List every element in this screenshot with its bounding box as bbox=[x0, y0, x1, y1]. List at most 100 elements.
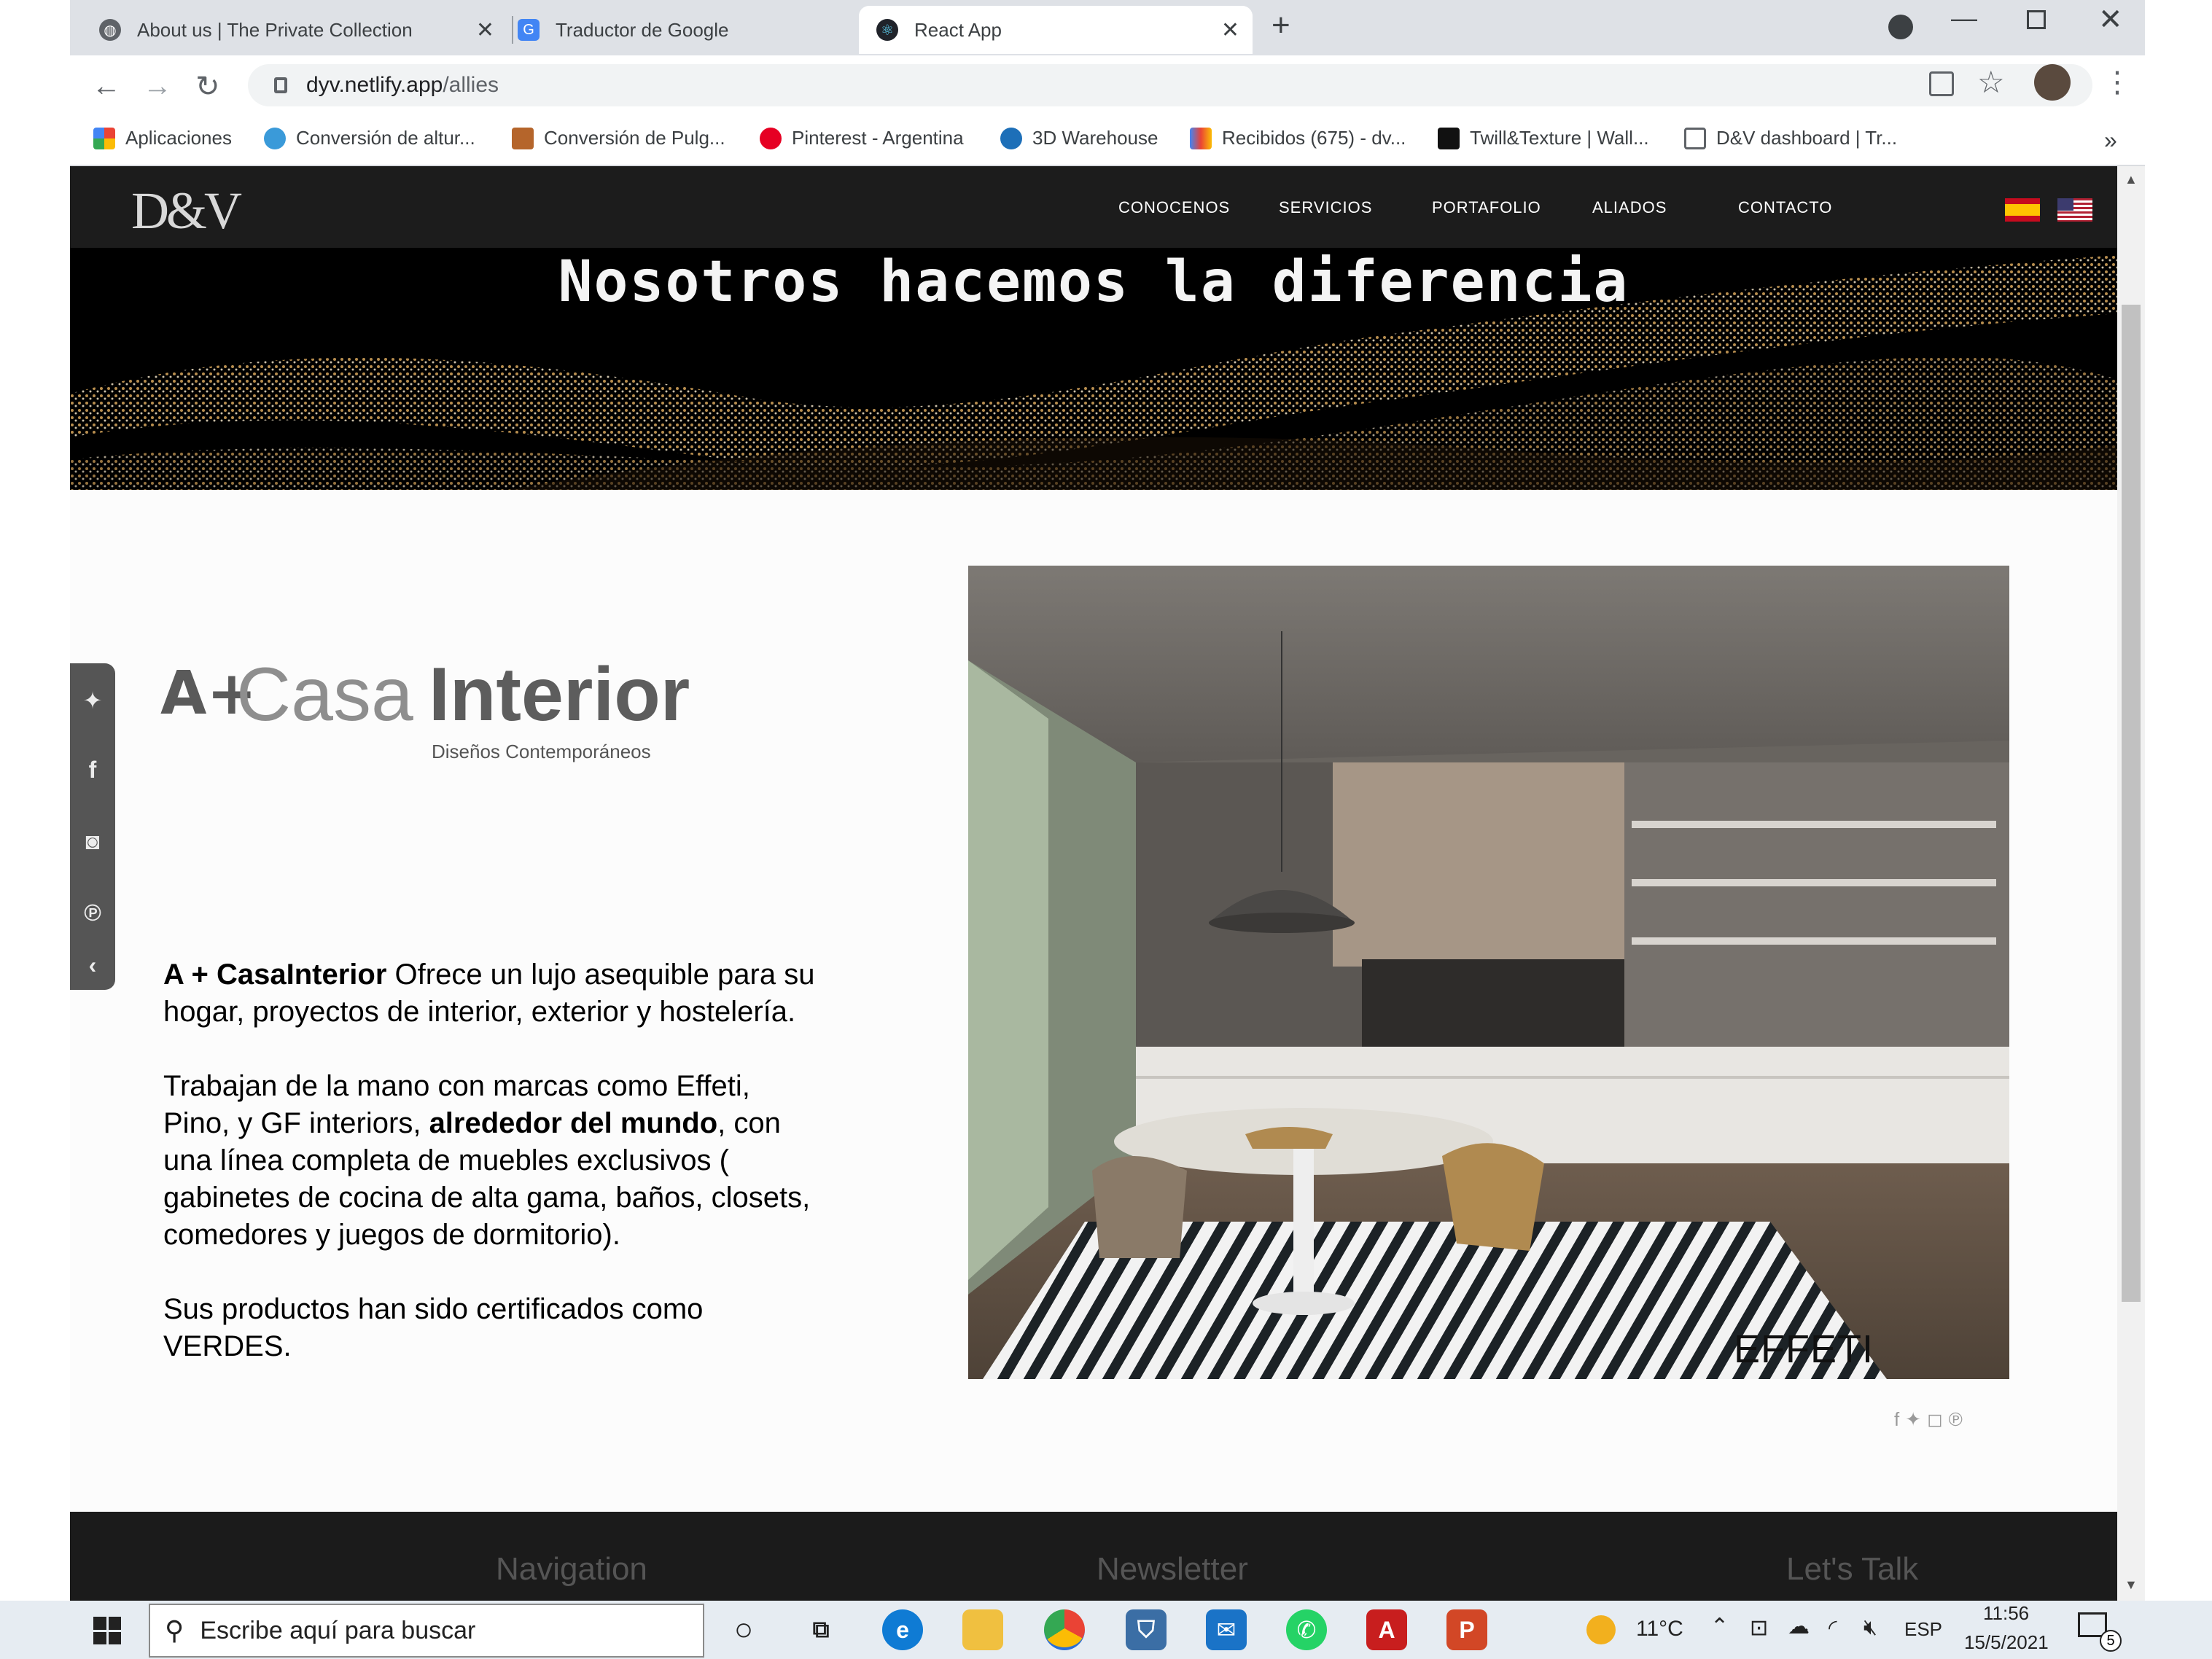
chrome-icon[interactable] bbox=[1044, 1609, 1085, 1650]
bookmark-apps[interactable]: Aplicaciones bbox=[93, 127, 232, 149]
apps-grid-icon bbox=[93, 127, 115, 149]
3d-warehouse-icon bbox=[1000, 127, 1022, 149]
instagram-icon[interactable]: ◻ bbox=[1927, 1408, 1949, 1430]
tab-google-translate[interactable]: G Traductor de Google ✕ bbox=[488, 6, 923, 54]
chevron-left-icon[interactable]: ‹ bbox=[76, 952, 109, 979]
bookmark-item[interactable]: 3D Warehouse bbox=[1000, 127, 1158, 149]
photo-social-icons: f✦◻℗ bbox=[1894, 1408, 1968, 1431]
cortana-icon[interactable]: ○ bbox=[723, 1609, 764, 1650]
clock-time[interactable]: 11:56 bbox=[1983, 1602, 2029, 1625]
task-view-icon[interactable]: ⧉ bbox=[801, 1609, 841, 1650]
gmail-icon bbox=[1190, 127, 1212, 149]
search-placeholder: Escribe aquí para buscar bbox=[200, 1616, 476, 1644]
bookmark-label: Recibidos (675) - dv... bbox=[1222, 127, 1406, 149]
bookmark-favicon-icon bbox=[264, 127, 286, 149]
site-navbar: D&V CONOCENOS SERVICIOS PORTAFOLIO ALIAD… bbox=[70, 166, 2117, 248]
translate-icon[interactable] bbox=[1929, 71, 1954, 96]
description-paragraph-3: Sus productos han sido certificados como… bbox=[163, 1293, 704, 1362]
bookmark-label: Twill&Texture | Wall... bbox=[1470, 127, 1649, 149]
bookmark-item[interactable]: Recibidos (675) - dv... bbox=[1190, 127, 1406, 149]
pinterest-icon[interactable]: ℗ bbox=[76, 899, 109, 926]
react-icon: ⚛ bbox=[876, 19, 898, 41]
tab-search-icon[interactable] bbox=[1888, 15, 1913, 39]
reload-icon[interactable]: ↻ bbox=[195, 70, 220, 104]
address-bar-row: ← → ↻ dyv.netlify.app/allies ☆ ⋮ bbox=[70, 55, 2145, 117]
edge-icon[interactable]: e bbox=[882, 1609, 923, 1650]
twitter-icon[interactable]: ✦ bbox=[76, 687, 109, 714]
nav-servicios[interactable]: SERVICIOS bbox=[1279, 198, 1372, 217]
scrollbar-thumb[interactable] bbox=[2122, 305, 2141, 1302]
scroll-down-arrow-icon[interactable]: ▼ bbox=[2125, 1577, 2138, 1593]
close-icon[interactable]: ✕ bbox=[1221, 17, 1239, 43]
logo-casa: Casa bbox=[236, 652, 413, 737]
powerpoint-icon[interactable]: P bbox=[1446, 1609, 1487, 1650]
minimize-icon[interactable]: — bbox=[1951, 3, 1977, 34]
nav-conocenos[interactable]: CONOCENOS bbox=[1118, 198, 1230, 217]
restore-icon[interactable] bbox=[2027, 10, 2046, 29]
page-scrollbar[interactable]: ▲ ▼ bbox=[2117, 166, 2145, 1601]
search-icon: ⚲ bbox=[165, 1615, 184, 1645]
url-path: /allies bbox=[443, 73, 499, 97]
autocad-icon[interactable]: A bbox=[1366, 1609, 1407, 1650]
back-arrow-icon[interactable]: ← bbox=[92, 70, 121, 103]
web-page: D&V CONOCENOS SERVICIOS PORTAFOLIO ALIAD… bbox=[70, 166, 2117, 1601]
nav-aliados[interactable]: ALIADOS bbox=[1592, 198, 1667, 217]
pinterest-icon[interactable]: ℗ bbox=[1949, 1408, 1968, 1430]
nav-portafolio[interactable]: PORTAFOLIO bbox=[1432, 198, 1541, 217]
whatsapp-icon[interactable]: ✆ bbox=[1286, 1609, 1327, 1650]
bookmark-favicon-icon bbox=[1438, 127, 1460, 149]
ruler-icon bbox=[512, 127, 534, 149]
logo-interior: Interior bbox=[429, 652, 690, 737]
onedrive-cloud-icon[interactable]: ☁ bbox=[1788, 1614, 1810, 1639]
window-close-icon[interactable]: ✕ bbox=[2098, 3, 2123, 36]
bookmark-item[interactable]: Conversión de altur... bbox=[264, 127, 475, 149]
globe-icon: ◍ bbox=[99, 19, 121, 41]
bookmarks-more-icon[interactable]: » bbox=[2104, 127, 2117, 154]
url-field[interactable]: dyv.netlify.app/allies bbox=[248, 64, 2092, 106]
file-explorer-icon[interactable] bbox=[962, 1609, 1003, 1650]
bookmark-label: Conversión de altur... bbox=[296, 127, 475, 149]
weather-sun-icon[interactable] bbox=[1586, 1615, 1616, 1644]
bookmark-item[interactable]: Pinterest - Argentina bbox=[760, 127, 964, 149]
temperature[interactable]: 11°C bbox=[1636, 1617, 1683, 1642]
tab-title: About us | The Private Collection bbox=[137, 18, 413, 41]
volume-muted-icon[interactable]: 🔇︎ bbox=[1864, 1615, 1877, 1640]
google-translate-icon: G bbox=[518, 19, 540, 41]
windows-start-icon[interactable] bbox=[93, 1617, 121, 1644]
spain-flag-icon[interactable] bbox=[2005, 198, 2040, 222]
taskbar-search-input[interactable]: ⚲ Escribe aquí para buscar bbox=[149, 1604, 704, 1658]
instagram-icon[interactable]: ◙ bbox=[76, 828, 109, 855]
clock-date[interactable]: 15/5/2021 bbox=[1964, 1631, 2049, 1654]
mail-icon[interactable]: ✉ bbox=[1206, 1609, 1247, 1650]
tab-about-us[interactable]: ◍ About us | The Private Collection ✕ bbox=[99, 6, 507, 54]
forward-arrow-icon[interactable]: → bbox=[143, 70, 172, 103]
wifi-icon[interactable]: ◜ bbox=[1829, 1615, 1837, 1641]
avatar[interactable] bbox=[2034, 64, 2071, 101]
scroll-up-arrow-icon[interactable]: ▲ bbox=[2125, 172, 2138, 187]
chevron-up-icon[interactable]: ⌃ bbox=[1710, 1614, 1729, 1639]
site-logo[interactable]: D&V bbox=[131, 181, 242, 241]
bookmark-item[interactable]: Twill&Texture | Wall... bbox=[1438, 127, 1649, 149]
usa-flag-icon[interactable] bbox=[2057, 198, 2092, 222]
twitter-icon[interactable]: ✦ bbox=[1905, 1408, 1927, 1430]
tab-react-app[interactable]: ⚛ React App ✕ bbox=[859, 6, 1253, 54]
kitchen-photo: EFFETI bbox=[968, 566, 2009, 1379]
brand-name-bold: A + CasaInterior bbox=[163, 959, 387, 991]
pinterest-icon bbox=[760, 127, 782, 149]
bookmark-item[interactable]: Conversión de Pulg... bbox=[512, 127, 725, 149]
bookmark-item[interactable]: D&V dashboard | Tr... bbox=[1684, 127, 1897, 149]
new-tab-button[interactable]: + bbox=[1271, 7, 1290, 44]
tab-title: React App bbox=[914, 18, 1002, 41]
brand-description: A + CasaInterior Ofrece un lujo asequibl… bbox=[163, 956, 819, 1402]
meet-now-icon[interactable]: ⊡ bbox=[1750, 1615, 1768, 1641]
hero-title: Nosotros hacemos la diferencia bbox=[558, 249, 1629, 315]
facebook-icon[interactable]: f bbox=[1894, 1408, 1905, 1430]
menu-dots-icon[interactable]: ⋮ bbox=[2103, 66, 2132, 99]
star-icon[interactable]: ☆ bbox=[1977, 64, 2005, 100]
store-icon[interactable]: ⛉ bbox=[1126, 1609, 1167, 1650]
nav-contacto[interactable]: CONTACTO bbox=[1738, 198, 1832, 217]
facebook-icon[interactable]: f bbox=[76, 757, 109, 784]
language-indicator[interactable]: ESP bbox=[1904, 1618, 1942, 1641]
notification-count-badge: 5 bbox=[2100, 1630, 2122, 1652]
hero-banner: Nosotros hacemos la diferencia bbox=[70, 248, 2117, 490]
